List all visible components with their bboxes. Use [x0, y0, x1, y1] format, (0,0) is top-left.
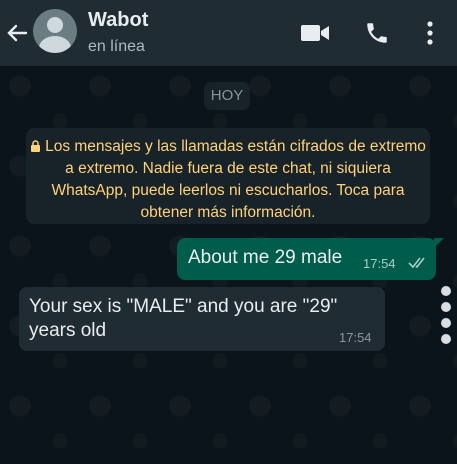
- read-ticks-icon: [408, 257, 425, 269]
- incoming-message[interactable]: Your sex is "MALE" and you are "29" year…: [19, 287, 385, 351]
- date-chip: HOY: [204, 82, 250, 110]
- message-text: Your sex is "MALE" and you are "29" year…: [29, 296, 338, 341]
- avatar[interactable]: [33, 9, 77, 53]
- more-menu-icon[interactable]: [424, 20, 436, 46]
- encryption-notice-text: Los mensajes y las llamadas están cifrad…: [45, 138, 426, 221]
- vertical-dots-icon[interactable]: [441, 286, 455, 348]
- outgoing-message[interactable]: About me 29 male 17:54: [177, 238, 444, 280]
- lock-icon: [31, 140, 41, 152]
- message-text: About me 29 male: [188, 247, 343, 268]
- phone-icon[interactable]: [364, 20, 390, 46]
- message-time: 17:54: [339, 330, 372, 345]
- message-time: 17:54: [363, 256, 396, 271]
- contact-name[interactable]: Wabot: [88, 9, 148, 32]
- encryption-notice[interactable]: Los mensajes y las llamadas están cifrad…: [26, 128, 430, 224]
- chat-header: Wabot en línea: [0, 0, 457, 66]
- video-call-icon[interactable]: [300, 22, 330, 44]
- contact-status: en línea: [88, 38, 145, 55]
- back-arrow-icon[interactable]: [6, 20, 28, 46]
